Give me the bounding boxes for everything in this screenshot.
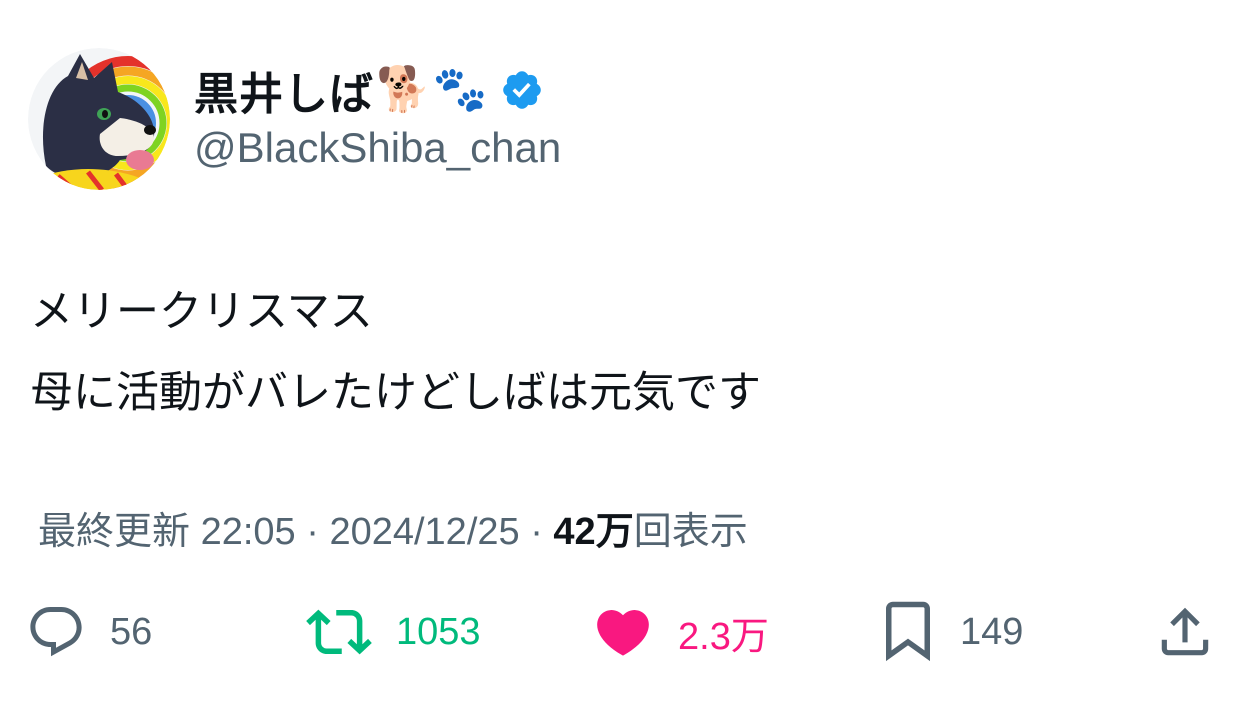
paws-emoji-icon: 🐾 [432,64,488,115]
bookmark-button[interactable]: 149 [880,596,1023,668]
like-button[interactable]: 2.3万 [592,596,769,668]
like-count: 2.3万 [678,615,769,658]
reply-button[interactable]: 56 [26,596,152,668]
meta-separator: · [295,511,330,553]
dog-emoji-icon: 🐕 [376,64,431,115]
reply-icon [30,607,82,657]
share-icon [1161,607,1209,656]
share-button[interactable] [1154,596,1216,668]
tweet-line: メリークリスマス [30,287,373,337]
bookmark-count: 149 [960,610,1024,653]
author-name-row: 黒井しば 🐕 🐾 [194,60,544,120]
avatar-image [28,48,170,190]
tweet-meta: 最終更新 22:05 · 2024/12/25 · 42万回表示 [38,500,748,555]
action-bar: 56 1053 2.3万 149 [0,596,1242,668]
tweet-date[interactable]: 2024/12/25 [329,511,519,553]
retweet-count: 1053 [396,610,481,653]
display-name[interactable]: 黒井しば [194,58,374,122]
retweet-button[interactable]: 1053 [306,596,481,668]
views-count: 42万 [553,511,634,553]
tweet-text: メリークリスマス 母に活動がバレたけどしばは元気です [30,272,761,434]
tweet-time[interactable]: 22:05 [201,511,296,553]
updated-label: 最終更新 [38,511,191,553]
views-label: 回表示 [633,511,748,553]
verified-badge-icon[interactable] [500,68,544,112]
tweet-line: 母に活動がバレたけどしばは元気です [30,368,761,418]
bookmark-icon [886,601,930,662]
retweet-icon [306,609,372,655]
meta-separator: · [530,511,554,553]
heart-icon [597,610,649,656]
avatar[interactable] [28,48,170,190]
user-handle[interactable]: @BlackShiba_chan [194,124,561,172]
reply-count: 56 [110,610,153,653]
